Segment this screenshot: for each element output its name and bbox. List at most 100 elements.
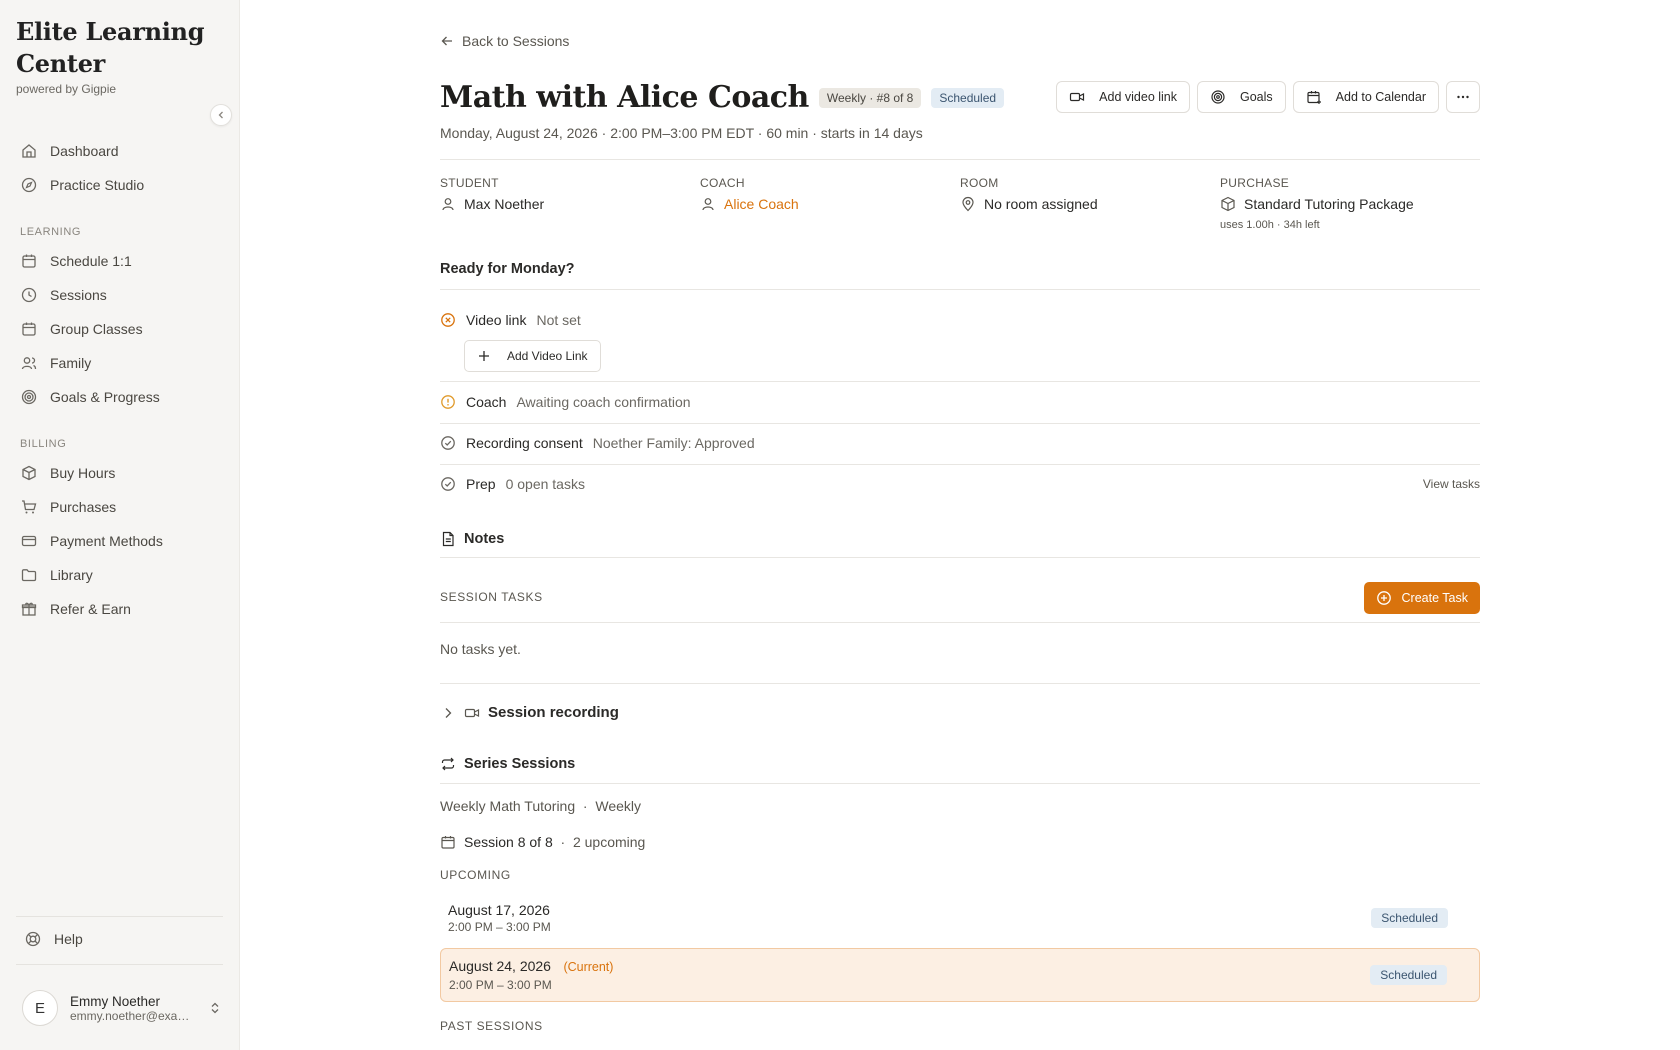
sidebar-item-family[interactable]: Family [20, 346, 225, 380]
sidebar-item-library[interactable]: Library [20, 558, 225, 592]
series-separator: · [552, 834, 573, 850]
divider [440, 683, 1480, 684]
more-options-button[interactable] [1446, 81, 1480, 113]
status-badge: Scheduled [931, 87, 1005, 108]
video-icon [1070, 92, 1085, 102]
notes-heading[interactable]: Notes [440, 531, 504, 547]
sidebar-item-sessions[interactable]: Sessions [20, 278, 225, 312]
prep-key: Prep [466, 476, 496, 492]
brand-tagline: powered by Gigpie [16, 82, 117, 96]
session-position: Session 8 of 8 [464, 834, 553, 850]
chevrons-up-down-icon [211, 1002, 219, 1014]
user-email: emmy.noether@example.com [70, 1008, 190, 1023]
add-video-link-inline-label: Add Video Link [507, 349, 588, 363]
goals-label: Goals [1240, 90, 1273, 104]
divider [440, 423, 1480, 424]
chevron-right-icon [445, 707, 452, 718]
session-tasks-label: SESSION TASKS [440, 590, 543, 604]
series-frequency: Weekly [595, 798, 642, 814]
sidebar-item-purchases[interactable]: Purchases [20, 490, 225, 524]
map-pin-icon [962, 196, 974, 212]
calendar-icon [441, 836, 455, 849]
add-video-link-inline-button[interactable]: Add Video Link [464, 340, 601, 372]
target-icon [21, 389, 37, 405]
divider [440, 159, 1480, 160]
session-recording-toggle[interactable]: Session recording [440, 704, 619, 721]
divider [440, 783, 1480, 784]
x-circle-icon [441, 313, 455, 327]
room-name: No room assigned [984, 196, 1098, 212]
goals-button[interactable]: Goals [1197, 81, 1286, 113]
user-menu[interactable]: E Emmy Noether emmy.noether@example.com [22, 990, 222, 1026]
help-label: Help [54, 931, 83, 947]
sidebar-item-practice-studio[interactable]: Practice Studio [20, 168, 225, 202]
collapse-sidebar-button[interactable] [210, 104, 232, 126]
user-icon [442, 198, 454, 211]
student-name: Max Noether [464, 196, 545, 212]
series-session-row[interactable]: August 17, 2026 2:00 PM – 3:00 PM Schedu… [440, 891, 1480, 945]
gift-icon [21, 602, 37, 616]
more-horizontal-icon [1457, 95, 1469, 99]
divider [440, 464, 1480, 465]
create-task-button[interactable]: Create Task [1363, 582, 1480, 614]
purchase-name: Standard Tutoring Package [1244, 196, 1414, 212]
status-badge: Scheduled [1371, 908, 1448, 928]
file-text-icon [442, 531, 454, 547]
coach-value[interactable]: Alice Coach [700, 196, 960, 212]
readiness-prep: Prep 0 open tasks View tasks [440, 476, 1480, 492]
purchase-usage: uses 1.00h · 34h left [1220, 219, 1320, 231]
readiness-coach: Coach Awaiting coach confirmation [440, 394, 1480, 410]
series-count: Session 8 of 8 · 2 upcoming [440, 834, 645, 850]
compass-icon [21, 177, 37, 193]
back-to-sessions-link[interactable]: Back to Sessions [440, 33, 569, 49]
readiness-heading-text: Ready for Monday? [440, 261, 575, 277]
add-video-link-button[interactable]: Add video link [1056, 81, 1190, 113]
session-date: August 24, 2026 [449, 958, 551, 974]
session-date: August 17, 2026 [448, 902, 550, 918]
recurrence-badge: Weekly · #8 of 8 [818, 87, 922, 108]
sidebar-item-label: Purchases [50, 499, 117, 515]
divider [440, 557, 1480, 558]
view-tasks-link[interactable]: View tasks [1423, 477, 1480, 491]
sidebar-item-goals[interactable]: Goals & Progress [20, 380, 225, 414]
session-row-text: August 17, 2026 2:00 PM – 3:00 PM [448, 902, 551, 934]
sidebar-item-group-classes[interactable]: Group Classes [20, 312, 225, 346]
sidebar-item-dashboard[interactable]: Dashboard [20, 134, 225, 168]
sidebar-item-schedule[interactable]: Schedule 1:1 [20, 244, 225, 278]
session-date-line: August 24, 2026 (Current) [449, 958, 613, 976]
series-meta: Weekly Math Tutoring · Weekly [440, 798, 641, 814]
credit-card-icon [21, 535, 37, 547]
sidebar-item-buy-hours[interactable]: Buy Hours [20, 456, 225, 490]
create-task-label: Create Task [1401, 591, 1468, 605]
sidebar-item-label: Dashboard [50, 143, 119, 159]
alert-circle-icon [441, 395, 455, 409]
notes-heading-text: Notes [464, 531, 505, 547]
user-icon [702, 198, 714, 211]
session-recording-heading: Session recording [488, 704, 619, 721]
sidebar-item-help[interactable]: Help [24, 930, 83, 948]
arrow-left-icon [441, 36, 452, 46]
brand: Elite Learning Center powered by Gigpie [16, 16, 216, 96]
current-marker: (Current) [563, 960, 614, 974]
sidebar-nav: Dashboard Practice Studio LEARNING Sched… [20, 134, 225, 626]
purchase-value: Standard Tutoring Package [1220, 196, 1480, 212]
readiness-video-link: Video link Not set [440, 312, 1480, 328]
sidebar-item-label: Library [50, 567, 93, 583]
coach-name-link[interactable]: Alice Coach [724, 196, 799, 212]
add-to-calendar-button[interactable]: Add to Calendar [1292, 81, 1439, 113]
sidebar-item-refer[interactable]: Refer & Earn [20, 592, 225, 626]
past-sessions-label: PAST SESSIONS [440, 1019, 543, 1033]
sidebar-divider [16, 916, 223, 917]
user-info: Emmy Noether emmy.noether@example.com [70, 994, 208, 1023]
divider [440, 381, 1480, 382]
target-icon [1211, 90, 1225, 104]
series-session-row-current[interactable]: August 24, 2026 (Current) 2:00 PM – 3:00… [440, 948, 1480, 1002]
calendar-icon [22, 322, 36, 336]
package-icon [22, 465, 36, 481]
room-value: No room assigned [960, 196, 1220, 212]
sidebar-item-label: Family [50, 355, 92, 371]
sidebar-item-payment-methods[interactable]: Payment Methods [20, 524, 225, 558]
student-label: STUDENT [440, 176, 499, 190]
series-separator: · [579, 798, 592, 814]
room-label: ROOM [960, 176, 999, 190]
